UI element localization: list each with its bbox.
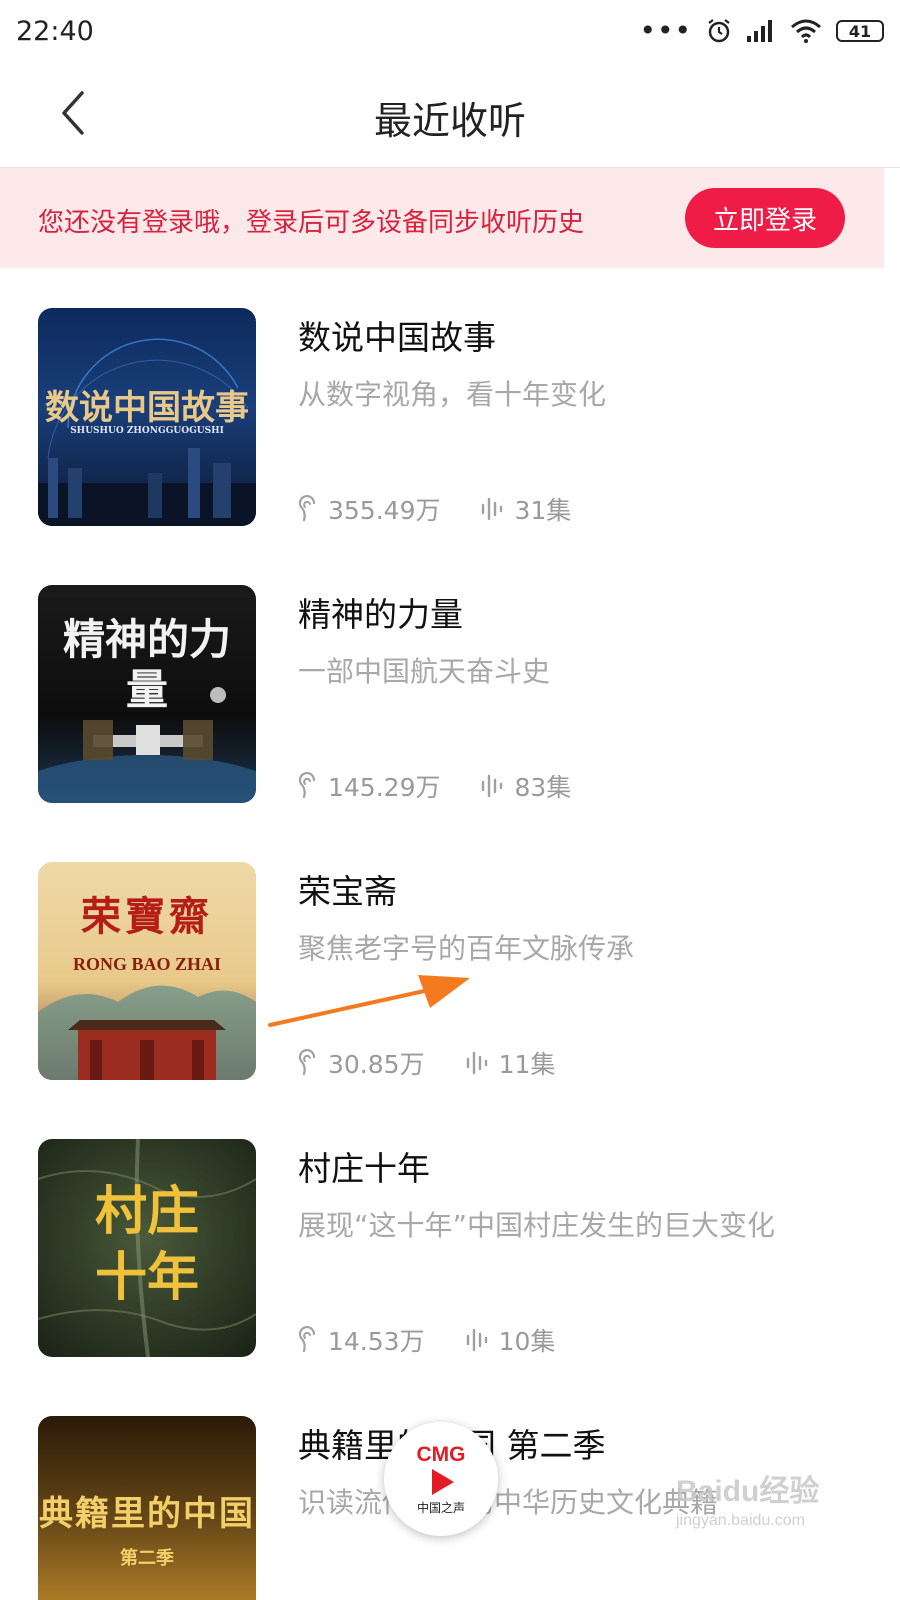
list-item[interactable]: 精神的力量 精神的力量 一部中国航天奋斗史 145.29万 83集: [0, 545, 884, 805]
play-icon: [432, 1468, 454, 1495]
cover-title: 典籍里的中国: [39, 1494, 255, 1534]
listen-count: 355.49万: [328, 496, 441, 525]
episode-count: 11集: [498, 1050, 556, 1079]
listen-count-icon: [298, 1326, 316, 1353]
item-meta: 30.85万 11集: [298, 1045, 555, 1081]
episode-count: 83集: [514, 773, 572, 802]
cover-title: 精神的力量: [62, 615, 231, 714]
item-title: 荣宝斋: [298, 872, 397, 911]
listen-count-icon: [298, 495, 316, 522]
item-meta: 355.49万 31集: [298, 491, 571, 527]
listen-count: 30.85万: [328, 1050, 425, 1079]
cover-title: 数说中国故事: [45, 388, 249, 428]
item-meta: 14.53万 10集: [298, 1322, 555, 1358]
watermark-main: Baidu经验: [676, 1475, 820, 1508]
list-item[interactable]: 荣寶齋 RONG BAO ZHAI 荣宝斋 聚焦老字号的百年文脉传承 30.85…: [0, 822, 884, 1082]
watermark-sub: jingyan.baidu.com: [676, 1512, 805, 1529]
cover-image: 数说中国故事 SHUSHUO ZHONGGUOGUSHI: [38, 308, 256, 526]
status-time: 22:40: [16, 15, 94, 47]
item-description: 从数字视角，看十年变化: [298, 378, 607, 411]
page-title: 最近收听: [373, 99, 526, 143]
listen-count-icon: [298, 772, 316, 799]
episode-count: 10集: [498, 1327, 556, 1356]
item-description: 展现“这十年”中国村庄发生的巨大变化: [298, 1209, 776, 1242]
listen-count: 14.53万: [328, 1327, 425, 1356]
cover-title: 荣寶齋: [81, 893, 213, 940]
annotation-arrow: [268, 975, 470, 1027]
list-item[interactable]: 村庄十年 村庄十年 展现“这十年”中国村庄发生的巨大变化 14.53万 10集: [0, 1099, 884, 1359]
item-title: 村庄十年: [298, 1149, 430, 1188]
mini-player-button[interactable]: CMG 中国之声: [384, 1422, 498, 1536]
cover-image: 村庄十年: [38, 1139, 256, 1357]
episode-count: 31集: [514, 496, 572, 525]
episodes-icon: [482, 497, 503, 521]
item-meta: 145.29万 83集: [298, 768, 571, 804]
episodes-icon: [466, 1328, 487, 1352]
cover-image: 精神的力量: [38, 585, 256, 803]
login-button[interactable]: 立即登录: [685, 188, 845, 248]
watermark: Baidu经验 jingyan.baidu.com: [676, 1466, 819, 1530]
status-bar: 22:40 ••• 41: [0, 0, 900, 62]
item-description: 一部中国航天奋斗史: [298, 655, 551, 688]
alarm-icon: [708, 19, 730, 43]
cover-subtitle: SHUSHUO ZHONGGUOGUSHI: [70, 426, 224, 436]
player-label: 中国之声: [416, 1500, 465, 1515]
episodes-icon: [482, 774, 503, 798]
list-item[interactable]: 数说中国故事 SHUSHUO ZHONGGUOGUSHI 数说中国故事 从数字视…: [0, 268, 884, 528]
login-prompt: 您还没有登录哦，登录后可多设备同步收听历史: [38, 208, 585, 238]
listen-count: 145.29万: [328, 773, 441, 802]
cover-title: 村庄十年: [94, 1181, 199, 1308]
item-title: 精神的力量: [298, 595, 463, 634]
cover-image: 典籍里的中国 第二季: [38, 1416, 256, 1600]
cover-image: 荣寶齋 RONG BAO ZHAI: [38, 862, 256, 1080]
item-title: 数说中国故事: [298, 318, 496, 357]
more-dots-icon: •••: [639, 14, 692, 47]
cover-subtitle: RONG BAO ZHAI: [72, 954, 222, 974]
listen-count-icon: [298, 1049, 316, 1076]
cover-subtitle: 第二季: [120, 1548, 174, 1569]
login-banner: 您还没有登录哦，登录后可多设备同步收听历史 立即登录: [0, 168, 884, 268]
episodes-icon: [466, 1051, 487, 1075]
cmg-logo: CMG: [416, 1442, 466, 1466]
signal-icon: [747, 20, 772, 42]
item-description: 聚焦老字号的百年文脉传承: [298, 932, 635, 965]
item-description: 识读流传千年的中华历史文化典籍: [298, 1486, 719, 1519]
nav-bar: 最近收听: [0, 62, 900, 168]
wifi-icon: [791, 19, 821, 43]
battery-icon: 41: [836, 20, 884, 42]
status-icons: ••• 41: [639, 17, 884, 45]
